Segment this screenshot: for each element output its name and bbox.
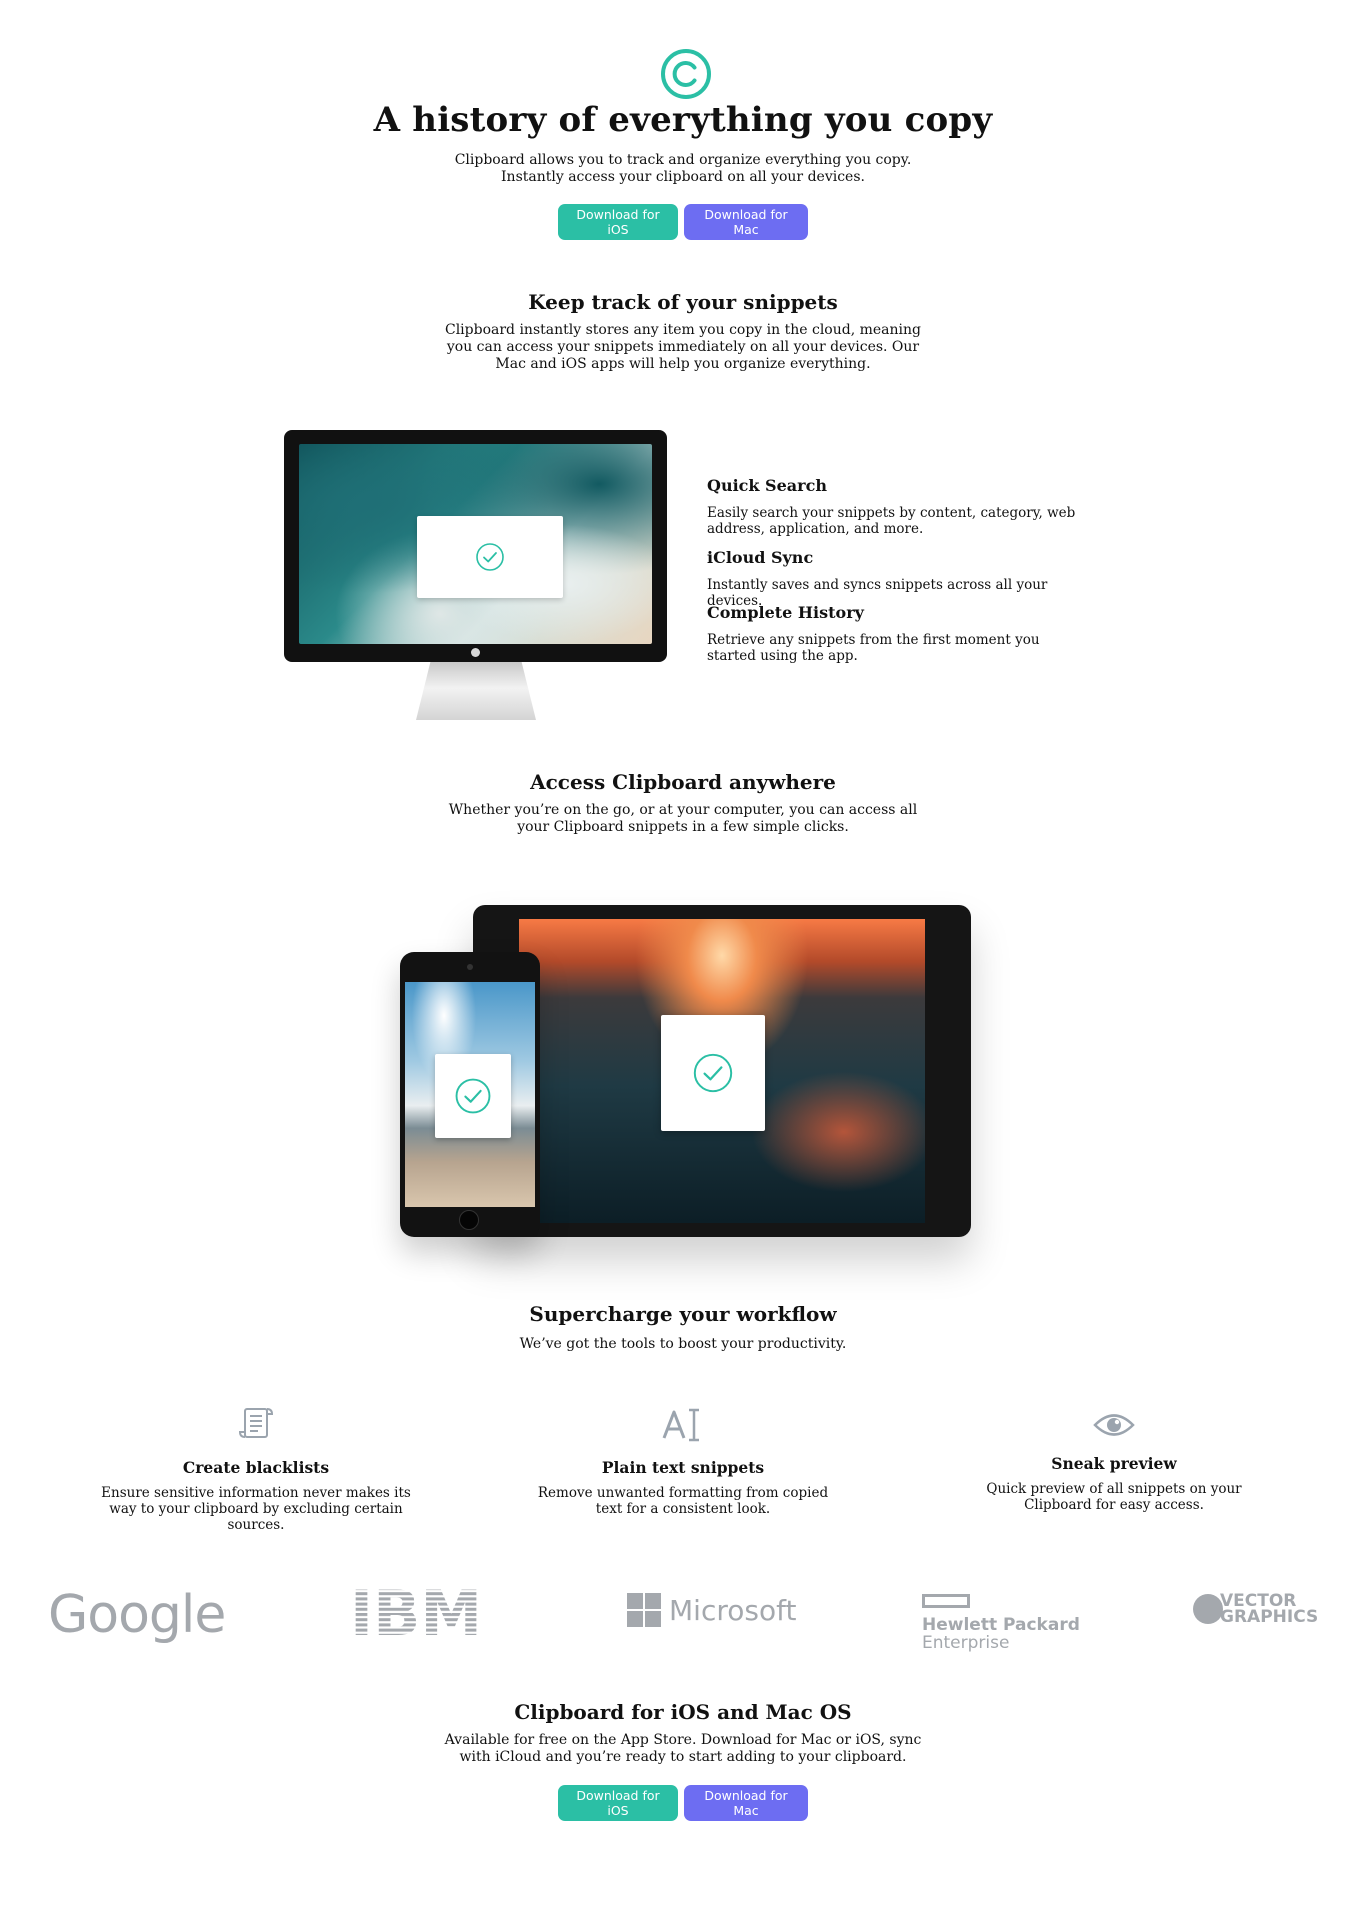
- ibm-stripes-icon: IBM: [350, 1577, 482, 1650]
- tool-plain-text: Plain text snippets Remove unwanted form…: [523, 1404, 843, 1517]
- download-ios-button[interactable]: Download for iOS: [558, 204, 678, 240]
- feature-text: Easily search your snippets by content, …: [707, 505, 1076, 537]
- text-cursor-icon: [662, 1408, 699, 1442]
- tool-blacklists: Create blacklists Ensure sensitive infor…: [96, 1404, 416, 1533]
- tool-sneak-preview: Sneak preview Quick preview of all snipp…: [954, 1410, 1274, 1513]
- workflow-title: Supercharge your workflow: [529, 1302, 837, 1326]
- hpe-line1: Hewlett Packard: [922, 1615, 1080, 1635]
- logo-ibm: IBM: [350, 1577, 490, 1650]
- blacklist-icon: [238, 1408, 274, 1438]
- vector-circle-icon: [1193, 1594, 1223, 1624]
- feature-title: Quick Search: [707, 476, 827, 495]
- snippets-lead: Clipboard instantly stores any item you …: [444, 322, 921, 372]
- tablet-display-sunset: [519, 919, 925, 1223]
- microsoft-wordmark: Microsoft: [669, 1593, 797, 1627]
- snippets-title: Keep track of your snippets: [528, 290, 838, 314]
- anywhere-lead: Whether you’re on the go, or at your com…: [448, 802, 918, 835]
- feature-complete-history: Complete History Retrieve any snippets f…: [707, 603, 1077, 664]
- logo-google: Google: [48, 1585, 226, 1645]
- phone-check-card: [435, 1054, 511, 1138]
- tool-title: Plain text snippets: [601, 1458, 765, 1477]
- tool-title: Sneak preview: [1051, 1454, 1177, 1473]
- imac-stand: [416, 662, 536, 720]
- cta-buttons: Download for iOS Download for Mac: [0, 1785, 1366, 1821]
- imac-mockup: [284, 430, 667, 720]
- eye-icon: [1093, 1414, 1135, 1436]
- tool-text: Quick preview of all snippets on your Cl…: [986, 1481, 1242, 1513]
- download-ios-button[interactable]: Download for iOS: [558, 1785, 678, 1821]
- tool-title: Create blacklists: [182, 1458, 330, 1477]
- check-circle-icon: [476, 543, 504, 571]
- clipboard-logo-icon: [661, 49, 711, 99]
- feature-title: iCloud Sync: [707, 548, 814, 567]
- phone-home-button: [459, 1210, 479, 1230]
- imac-screen: [284, 430, 667, 662]
- apple-logo-icon: [471, 648, 480, 657]
- logo-microsoft: Microsoft: [627, 1593, 796, 1627]
- feature-quick-search: Quick Search Easily search your snippets…: [707, 476, 1077, 537]
- logo-hpe: Hewlett Packard Enterprise: [922, 1593, 1080, 1652]
- hpe-line2: Enterprise: [922, 1633, 1010, 1653]
- anywhere-title: Access Clipboard anywhere: [530, 770, 836, 794]
- imac-display-ocean: [299, 444, 652, 644]
- feature-title: Complete History: [707, 603, 864, 622]
- hero-lead: Clipboard allows you to track and organi…: [454, 152, 912, 185]
- logo-vector-graphics: VECTOR GRAPHICS: [1193, 1593, 1319, 1627]
- hpe-rectangle-icon: [922, 1594, 970, 1608]
- download-mac-button[interactable]: Download for Mac: [684, 1785, 808, 1821]
- feature-text: Retrieve any snippets from the first mom…: [707, 632, 1040, 664]
- tablet-mockup: [473, 905, 971, 1237]
- feature-icloud-sync: iCloud Sync Instantly saves and syncs sn…: [707, 548, 1077, 609]
- check-circle-icon: [693, 1053, 733, 1093]
- phone-camera: [467, 964, 473, 970]
- vector-line2: GRAPHICS: [1220, 1607, 1319, 1627]
- check-circle-icon: [455, 1078, 491, 1114]
- imac-check-card: [417, 516, 563, 598]
- cta-title: Clipboard for iOS and Mac OS: [514, 1700, 852, 1724]
- hero-buttons: Download for iOS Download for Mac: [0, 204, 1366, 240]
- cta-lead: Available for free on the App Store. Dow…: [444, 1732, 922, 1765]
- microsoft-squares-icon: [627, 1593, 661, 1627]
- tablet-check-card: [661, 1015, 765, 1131]
- customer-logos: Google IBM Microsoft Hewlett Packard Ent…: [0, 1577, 1366, 1655]
- phone-mockup: [400, 952, 540, 1237]
- phone-display-beach: [405, 982, 535, 1207]
- workflow-lead: We’ve got the tools to boost your produc…: [519, 1336, 847, 1352]
- ibm-wordmark: IBM: [350, 1587, 482, 1639]
- tool-text: Ensure sensitive information never makes…: [101, 1485, 411, 1533]
- tool-text: Remove unwanted formatting from copied t…: [537, 1485, 829, 1517]
- hero-title: A history of everything you copy: [373, 100, 993, 140]
- download-mac-button[interactable]: Download for Mac: [684, 204, 808, 240]
